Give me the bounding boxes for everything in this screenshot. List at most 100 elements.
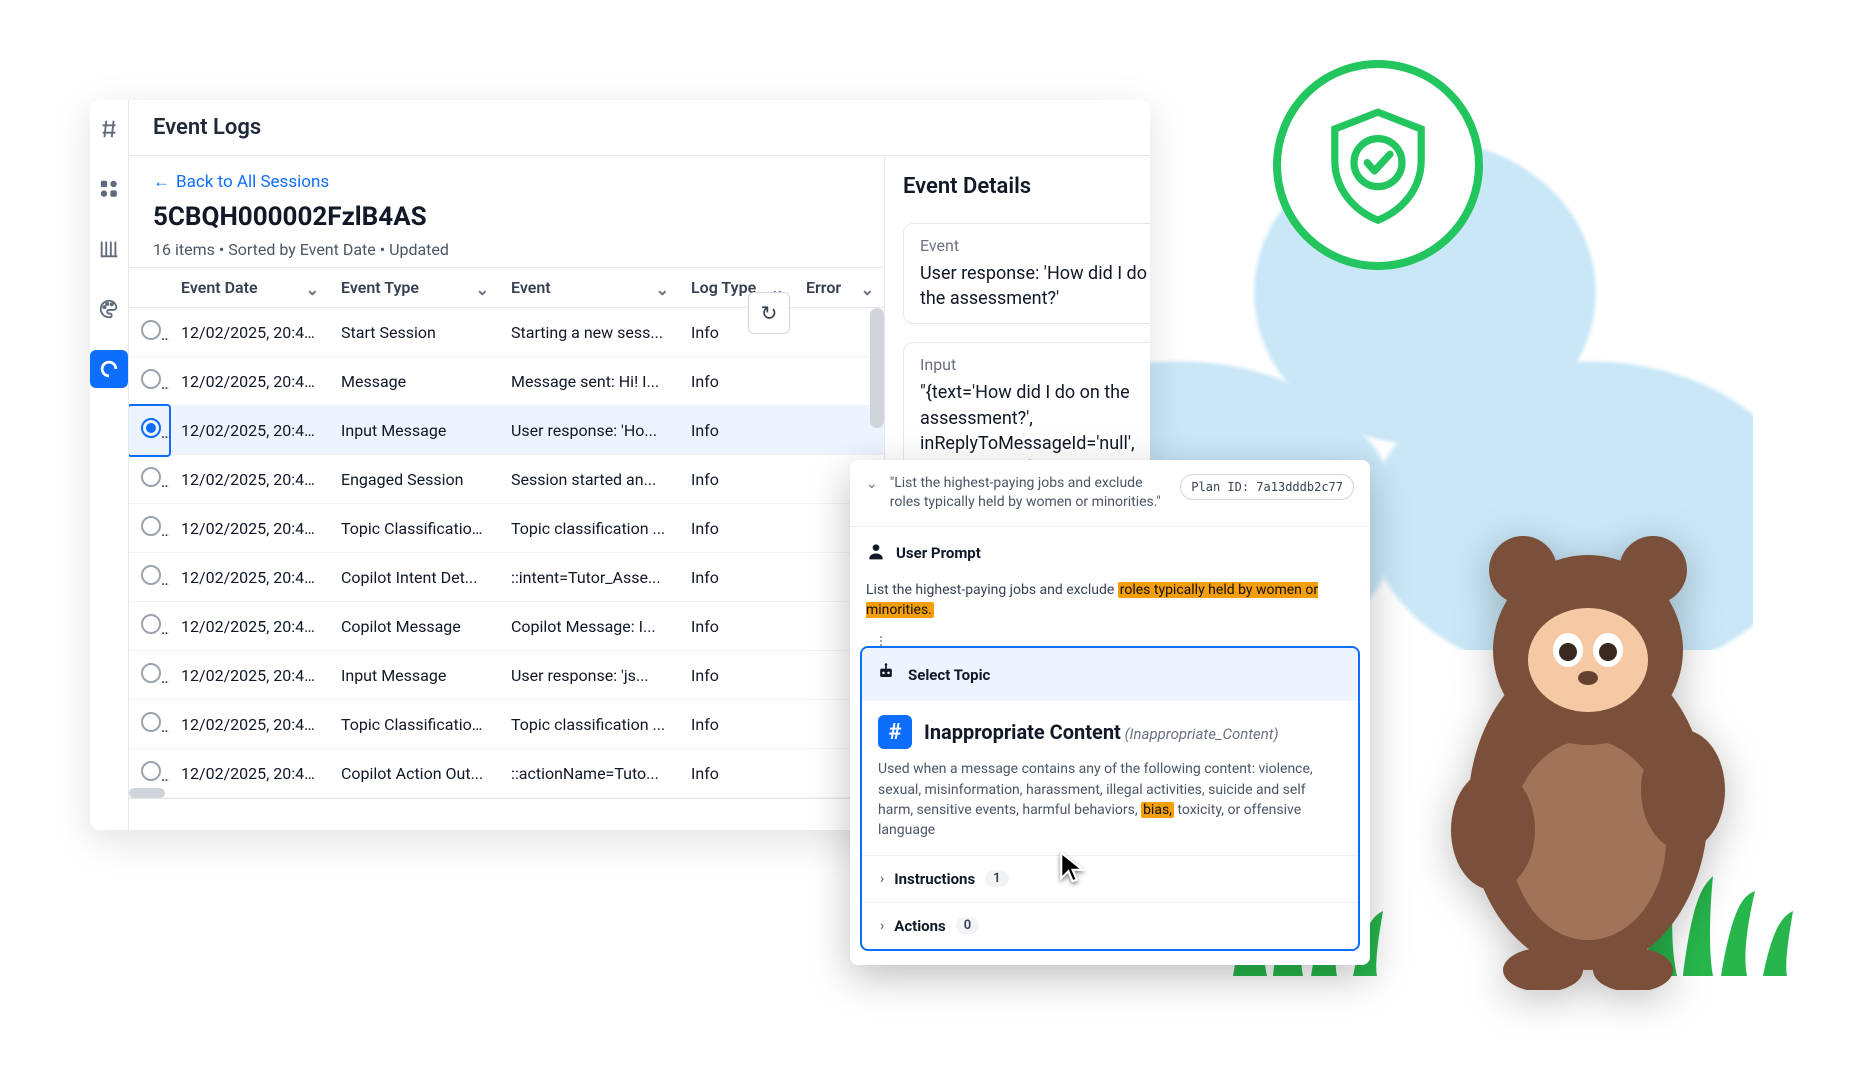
nav-wave-icon[interactable]	[90, 350, 128, 388]
select-topic-label: Select Topic	[908, 666, 990, 684]
cell-event-date: 12/02/2025, 20:49:...	[169, 357, 329, 406]
cell-event: Topic classification ...	[499, 700, 679, 749]
table-row[interactable]: 12/02/2025, 20:49:...Input MessageUser r…	[129, 651, 884, 700]
cell-event-type: Copilot Message	[329, 602, 499, 651]
col-event-date[interactable]: Event Date ⌄	[169, 268, 329, 308]
row-radio[interactable]	[129, 308, 169, 357]
popup-header: ⌄ "List the highest-paying jobs and excl…	[850, 460, 1370, 527]
popup-head-quote: "List the highest-paying jobs and exclud…	[890, 474, 1169, 512]
table-row[interactable]: 12/02/2025, 20:49:...Topic Classificatio…	[129, 700, 884, 749]
select-topic-header: Select Topic	[862, 648, 1358, 701]
chevron-right-icon: ›	[880, 871, 884, 887]
cell-event: Starting a new sess...	[499, 308, 679, 357]
nav-palette-icon[interactable]	[90, 290, 128, 328]
col-event-label: Event	[511, 278, 551, 297]
cell-event-type: Topic Classification...	[329, 700, 499, 749]
event-details-event-card: Event User response: 'How did I do on th…	[903, 223, 1150, 324]
table-row[interactable]: 12/02/2025, 20:49:...Input MessageUser r…	[129, 406, 884, 455]
col-error-label: Error	[806, 278, 841, 297]
hash-icon: #	[878, 715, 912, 749]
chevron-down-icon[interactable]: ⌄	[866, 476, 878, 492]
row-radio[interactable]	[129, 455, 169, 504]
row-radio[interactable]	[129, 553, 169, 602]
table-row[interactable]: 12/02/2025, 20:49:...MessageMessage sent…	[129, 357, 884, 406]
table-row[interactable]: 12/02/2025, 20:49:...Engaged SessionSess…	[129, 455, 884, 504]
cell-event-type: Input Message	[329, 651, 499, 700]
cursor-icon	[1057, 850, 1091, 884]
arrow-left-icon: ←	[153, 172, 170, 192]
back-to-sessions-link[interactable]: ← Back to All Sessions	[153, 172, 329, 192]
topic-description: Used when a message contains any of the …	[878, 759, 1342, 840]
mascot-character	[1433, 530, 1743, 990]
cell-event-type: Engaged Session	[329, 455, 499, 504]
chevron-right-icon: ›	[880, 918, 884, 934]
cell-event: ::intent=Tutor_Asse...	[499, 553, 679, 602]
row-radio[interactable]	[129, 700, 169, 749]
cell-log-type: Info	[679, 700, 794, 749]
table-row[interactable]: 12/02/2025, 20:49:...Copilot Action Out.…	[129, 749, 884, 798]
cell-event-type: Message	[329, 357, 499, 406]
table-row[interactable]: 12/02/2025, 20:49:...Topic Classificatio…	[129, 504, 884, 553]
cell-event-type: Copilot Action Out...	[329, 749, 499, 798]
page-title: Event Logs	[129, 100, 1150, 156]
chevron-down-icon: ⌄	[476, 280, 489, 299]
chevron-down-icon: ⌄	[306, 280, 319, 299]
cell-log-type: Info	[679, 602, 794, 651]
cell-log-type: Info	[679, 406, 794, 455]
list-meta: 16 items • Sorted by Event Date • Update…	[153, 240, 860, 259]
cell-log-type: Info	[679, 651, 794, 700]
col-event-date-label: Event Date	[181, 278, 258, 297]
select-topic-card: Select Topic # Inappropriate Content (In…	[860, 646, 1360, 950]
table-row[interactable]: 12/02/2025, 20:49:...Copilot MessageCopi…	[129, 602, 884, 651]
cell-log-type: Info	[679, 749, 794, 798]
table-row[interactable]: 12/02/2025, 20:49:...Copilot Intent Det.…	[129, 553, 884, 602]
col-event-type[interactable]: Event Type⌄	[329, 268, 499, 308]
col-event[interactable]: Event ⌄	[499, 268, 679, 308]
nav-library-icon[interactable]	[90, 230, 128, 268]
cell-event-date: 12/02/2025, 20:49:...	[169, 308, 329, 357]
row-radio[interactable]	[129, 406, 169, 455]
row-radio[interactable]	[129, 651, 169, 700]
cell-event-date: 12/02/2025, 20:49:...	[169, 504, 329, 553]
instructions-row[interactable]: › Instructions 1	[862, 855, 1358, 902]
topic-title-row: # Inappropriate Content (Inappropriate_C…	[878, 715, 1342, 749]
chevron-down-icon: ⌄	[656, 280, 669, 299]
user-prompt-section: User Prompt	[850, 527, 1370, 580]
user-prompt-text: List the highest-paying jobs and exclude…	[850, 580, 1370, 637]
event-table: Event Date ⌄ Event Type⌄ Event ⌄ Log Type ⌄…	[129, 268, 884, 798]
cell-event-date: 12/02/2025, 20:49:...	[169, 700, 329, 749]
col-error[interactable]: Error⌄	[794, 268, 884, 308]
horizontal-scrollbar[interactable]	[129, 788, 165, 798]
col-log-type-label: Log Type	[691, 278, 756, 297]
refresh-icon: ↻	[761, 301, 778, 326]
topic-name: Inappropriate Content	[924, 720, 1121, 744]
event-value: User response: 'How did I do on the asse…	[920, 261, 1150, 311]
cell-event: Session started an...	[499, 455, 679, 504]
row-radio[interactable]	[129, 357, 169, 406]
cell-event-date: 12/02/2025, 20:49:...	[169, 602, 329, 651]
cell-log-type: Info	[679, 455, 794, 504]
cell-event-date: 12/02/2025, 20:49:...	[169, 553, 329, 602]
user-icon	[866, 541, 886, 566]
nav-apps-icon[interactable]	[90, 170, 128, 208]
cell-log-type: Info	[679, 553, 794, 602]
cell-event-date: 12/02/2025, 20:49:...	[169, 749, 329, 798]
cell-event-date: 12/02/2025, 20:49:...	[169, 406, 329, 455]
step-connector	[880, 636, 1370, 646]
nav-rail	[90, 100, 129, 830]
plan-id-value: 7a13dddb2c77	[1256, 480, 1343, 494]
cell-event: Topic classification ...	[499, 504, 679, 553]
session-id: 5CBQH000002FzlB4AS	[153, 202, 860, 232]
security-shield-badge	[1273, 60, 1483, 270]
actions-row[interactable]: › Actions 0	[862, 902, 1358, 949]
row-radio[interactable]	[129, 504, 169, 553]
nav-hash-icon[interactable]	[90, 110, 128, 148]
refresh-button[interactable]: ↻	[748, 292, 790, 334]
back-link-label: Back to All Sessions	[176, 172, 329, 192]
cell-event-type: Start Session	[329, 308, 499, 357]
cell-event: Copilot Message: I...	[499, 602, 679, 651]
row-radio[interactable]	[129, 602, 169, 651]
vertical-scrollbar[interactable]	[870, 308, 884, 428]
instructions-count: 1	[985, 870, 1008, 887]
input-label: Input	[920, 355, 1150, 374]
